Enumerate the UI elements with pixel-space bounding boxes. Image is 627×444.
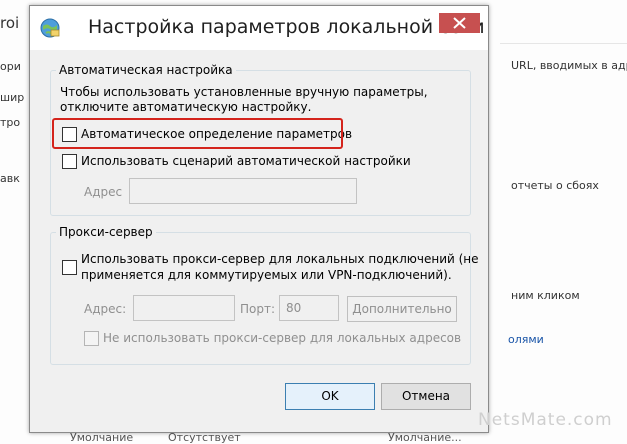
proxy-address-field[interactable] xyxy=(133,295,235,321)
close-button[interactable] xyxy=(439,13,480,33)
bg-right-fragment: ним кликом xyxy=(511,289,580,302)
proxy-port-label: Порт: xyxy=(240,302,276,316)
auto-config-description: отключите автоматическую настройку. xyxy=(60,100,312,114)
bg-left-fragment: шир xyxy=(0,91,25,104)
globe-icon xyxy=(40,18,60,38)
use-proxy-checkbox[interactable] xyxy=(62,260,77,275)
close-icon xyxy=(453,17,466,29)
bypass-local-label[interactable]: Не использовать прокси-сервер для локаль… xyxy=(103,331,461,345)
bg-right-fragment: отчеты о сбоях xyxy=(511,179,599,192)
bg-left-fragment: ори xyxy=(0,60,21,73)
bg-left-fragment: roi xyxy=(0,14,20,32)
bg-right-fragment: URL, вводимых в адре xyxy=(511,59,627,72)
use-proxy-label[interactable]: применяется для коммутируемых или VPN-по… xyxy=(81,268,452,282)
auto-config-description: Чтобы использовать установленные вручную… xyxy=(60,85,428,99)
watermark: NetsMate.com xyxy=(478,410,613,430)
ok-button[interactable]: OK xyxy=(285,383,375,410)
bg-left-fragment: авк xyxy=(0,172,20,185)
dialog-title: Настройка параметров локальной сети xyxy=(88,16,485,38)
use-script-label[interactable]: Использовать сценарий автоматической нас… xyxy=(81,154,411,168)
proxy-port-field[interactable]: 80 xyxy=(279,295,339,321)
proxy-address-label: Адрес: xyxy=(84,302,127,316)
script-address-field[interactable] xyxy=(129,178,357,204)
use-script-checkbox[interactable] xyxy=(62,154,77,169)
bg-left-fragment: тро xyxy=(0,116,21,129)
highlight-frame xyxy=(52,118,343,149)
bypass-local-checkbox[interactable] xyxy=(84,331,99,346)
advanced-button[interactable]: Дополнительно xyxy=(347,296,457,322)
title-bar[interactable]: Настройка параметров локальной сети xyxy=(30,6,488,50)
bg-right-link[interactable]: олями xyxy=(508,333,544,346)
proxy-group-label: Прокси-сервер xyxy=(56,225,156,239)
auto-config-group-label: Автоматическая настройка xyxy=(56,63,236,77)
use-proxy-label[interactable]: Использовать прокси-сервер для локальных… xyxy=(81,252,479,266)
script-address-label: Адрес xyxy=(84,185,123,199)
cancel-button[interactable]: Отмена xyxy=(381,383,471,410)
